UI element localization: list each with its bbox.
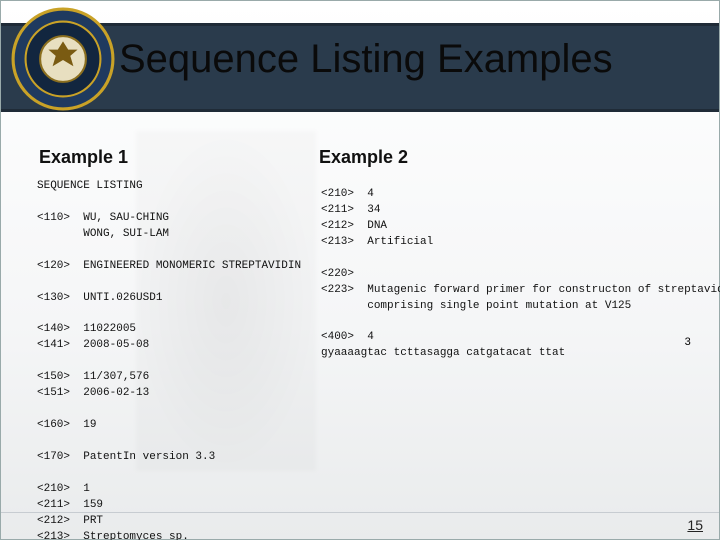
- val-141: 2008-05-08: [83, 339, 149, 351]
- slide: Sequence Listing Examples Example 1 Exam…: [0, 0, 720, 540]
- val-120: ENGINEERED MONOMERIC STREPTAVIDIN: [83, 260, 301, 272]
- example2-heading: Example 2: [319, 147, 408, 168]
- val-160: 19: [83, 419, 96, 431]
- val-212: PRT: [83, 515, 103, 527]
- val-130: UNTI.026USD1: [83, 292, 162, 304]
- val-150: 11/307,576: [83, 371, 149, 383]
- seq-count: 3: [684, 337, 691, 349]
- tag2-211: <211>: [321, 204, 354, 216]
- tag-140: <140>: [37, 323, 70, 335]
- val-110a: WU, SAU-CHING: [83, 212, 169, 224]
- tag-211: <211>: [37, 499, 70, 511]
- example1-heading: Example 1: [39, 147, 128, 168]
- tag-213: <213>: [37, 531, 70, 540]
- val2-212: DNA: [367, 220, 387, 232]
- val-210: 1: [83, 483, 90, 495]
- tag-150: <150>: [37, 371, 70, 383]
- val2-400: 4: [367, 331, 374, 343]
- example1-text: SEQUENCE LISTING <110> WU, SAU-CHING WON…: [37, 179, 317, 540]
- val-170: PatentIn version 3.3: [83, 451, 215, 463]
- tag-160: <160>: [37, 419, 70, 431]
- val-213: Streptomyces sp.: [83, 531, 189, 540]
- tag-151: <151>: [37, 387, 70, 399]
- tag2-213: <213>: [321, 236, 354, 248]
- tag-120: <120>: [37, 260, 70, 272]
- uspto-seal-icon: [11, 7, 115, 111]
- tag-130: <130>: [37, 292, 70, 304]
- val2-seq: gyaaaagtac tcttasagga catgatacat ttat: [321, 347, 565, 359]
- val-110b: WONG, SUI-LAM: [83, 228, 169, 240]
- tag2-220: <220>: [321, 268, 354, 280]
- tag2-400: <400>: [321, 331, 354, 343]
- val-140: 11022005: [83, 323, 136, 335]
- tag-110: <110>: [37, 212, 70, 224]
- tag-212: <212>: [37, 515, 70, 527]
- val2-211: 34: [367, 204, 380, 216]
- val2-223a: Mutagenic forward primer for constructon…: [367, 284, 720, 296]
- val2-210: 4: [367, 188, 374, 200]
- tag-170: <170>: [37, 451, 70, 463]
- val-211: 159: [83, 499, 103, 511]
- tag-141: <141>: [37, 339, 70, 351]
- tag2-212: <212>: [321, 220, 354, 232]
- seq-heading: SEQUENCE LISTING: [37, 180, 143, 192]
- tag2-223: <223>: [321, 284, 354, 296]
- page-title: Sequence Listing Examples: [119, 37, 613, 82]
- page-number: 15: [687, 517, 703, 533]
- example1-panel: SEQUENCE LISTING <110> WU, SAU-CHING WON…: [37, 179, 317, 540]
- val2-213: Artificial: [367, 236, 433, 248]
- val2-223b: comprising single point mutation at V125: [367, 300, 631, 312]
- example2-panel: <210> 4 <211> 34 <212> DNA <213> Artific…: [321, 187, 709, 362]
- example2-text: <210> 4 <211> 34 <212> DNA <213> Artific…: [321, 187, 709, 362]
- tag2-210: <210>: [321, 188, 354, 200]
- tag-210: <210>: [37, 483, 70, 495]
- val-151: 2006-02-13: [83, 387, 149, 399]
